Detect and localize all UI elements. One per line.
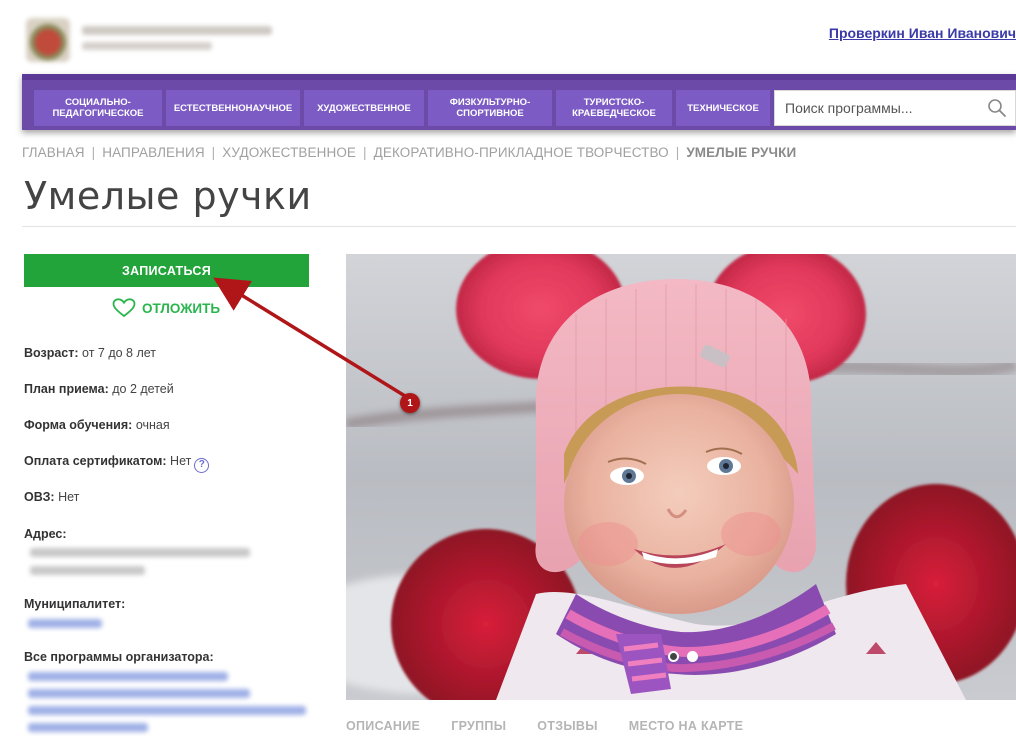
title-divider bbox=[22, 226, 1016, 227]
tab-map[interactable]: МЕСТО НА КАРТЕ bbox=[629, 719, 744, 733]
plan-value: до 2 детей bbox=[112, 382, 174, 396]
payment-info: Оплата сертификатом: Нет? bbox=[24, 454, 210, 473]
program-photo-slider[interactable] bbox=[346, 254, 1016, 700]
page-title: Умелые ручки bbox=[24, 174, 312, 218]
direction-nav: СОЦИАЛЬНО-ПЕДАГОГИЧЕСКОЕ ЕСТЕСТВЕННОНАУЧ… bbox=[22, 74, 1016, 130]
organizer-link-blurred[interactable] bbox=[28, 689, 250, 698]
ovz-label: ОВЗ: bbox=[24, 490, 55, 504]
nav-item-tourism[interactable]: ТУРИСТСКО-КРАЕВЕДЧЕСКОЕ bbox=[556, 90, 672, 126]
organizer-link-blurred[interactable] bbox=[28, 723, 148, 732]
help-icon[interactable]: ? bbox=[194, 458, 210, 473]
plan-label: План приема: bbox=[24, 382, 109, 396]
address-label-text: Адрес: bbox=[24, 527, 67, 541]
breadcrumb-home[interactable]: ГЛАВНАЯ bbox=[22, 145, 85, 160]
breadcrumb-separator: | bbox=[675, 145, 680, 160]
age-info: Возраст: от 7 до 8 лет bbox=[24, 346, 156, 360]
payment-label: Оплата сертификатом: bbox=[24, 454, 167, 468]
tab-reviews[interactable]: ОТЗЫВЫ bbox=[537, 719, 598, 733]
organizer-link-blurred[interactable] bbox=[28, 706, 306, 715]
site-header: Проверкин Иван Иванович bbox=[0, 0, 1016, 72]
nav-item-social[interactable]: СОЦИАЛЬНО-ПЕДАГОГИЧЕСКОЕ bbox=[34, 90, 162, 126]
breadcrumb-current: УМЕЛЫЕ РУЧКИ bbox=[686, 145, 797, 160]
payment-value: Нет bbox=[170, 454, 192, 468]
tab-description[interactable]: ОПИСАНИЕ bbox=[346, 719, 420, 733]
form-value: очная bbox=[135, 418, 170, 432]
form-info: Форма обучения: очная bbox=[24, 418, 170, 432]
search-icon[interactable] bbox=[987, 98, 1007, 118]
municipality-label: Муниципалитет: bbox=[24, 597, 125, 611]
logo-text-blurred bbox=[82, 42, 212, 50]
organizer-link-blurred[interactable] bbox=[28, 672, 228, 681]
age-value: от 7 до 8 лет bbox=[82, 346, 157, 360]
breadcrumb-separator: | bbox=[91, 145, 96, 160]
breadcrumb-separator: | bbox=[211, 145, 216, 160]
ovz-info: ОВЗ: Нет bbox=[24, 490, 79, 504]
breadcrumb: ГЛАВНАЯ | НАПРАВЛЕНИЯ | ХУДОЖЕСТВЕННОЕ | ДЕКОР… bbox=[22, 145, 796, 160]
slider-dot-1[interactable] bbox=[668, 651, 679, 662]
annotation-marker: 1 bbox=[400, 393, 420, 413]
heart-icon bbox=[112, 298, 136, 318]
program-search bbox=[774, 90, 1016, 126]
tab-groups[interactable]: ГРУППЫ bbox=[451, 719, 506, 733]
all-programs-label: Все программы организатора: bbox=[24, 650, 214, 664]
all-programs-label-text: Все программы организатора: bbox=[24, 650, 214, 664]
postpone-button[interactable]: ОТЛОЖИТЬ bbox=[112, 296, 220, 320]
nav-item-science[interactable]: ЕСТЕСТВЕННОНАУЧНОЕ bbox=[166, 90, 300, 126]
municipality-label-text: Муниципалитет: bbox=[24, 597, 126, 611]
program-tabs: ОПИСАНИЕ ГРУППЫ ОТЗЫВЫ МЕСТО НА КАРТЕ bbox=[346, 719, 774, 733]
nav-item-art[interactable]: ХУДОЖЕСТВЕННОЕ bbox=[304, 90, 424, 126]
breadcrumb-decorative[interactable]: ДЕКОРАТИВНО-ПРИКЛАДНОЕ ТВОРЧЕСТВО bbox=[374, 145, 669, 160]
address-label: Адрес: bbox=[24, 527, 67, 541]
address-value-blurred bbox=[30, 548, 250, 557]
logo-text-blurred bbox=[82, 26, 272, 35]
age-label: Возраст: bbox=[24, 346, 79, 360]
search-input[interactable] bbox=[775, 91, 985, 125]
breadcrumb-directions[interactable]: НАПРАВЛЕНИЯ bbox=[102, 145, 204, 160]
address-value-blurred bbox=[30, 566, 145, 575]
site-logo[interactable] bbox=[26, 16, 276, 64]
slider-dots bbox=[668, 651, 698, 662]
child-photo bbox=[346, 254, 1016, 700]
municipality-link-blurred[interactable] bbox=[28, 619, 102, 628]
logo-emblem-icon bbox=[26, 18, 70, 62]
nav-item-sport[interactable]: ФИЗКУЛЬТУРНО-СПОРТИВНОЕ bbox=[428, 90, 552, 126]
postpone-label: ОТЛОЖИТЬ bbox=[142, 300, 221, 316]
breadcrumb-art[interactable]: ХУДОЖЕСТВЕННОЕ bbox=[222, 145, 356, 160]
ovz-value: Нет bbox=[58, 490, 80, 504]
breadcrumb-separator: | bbox=[363, 145, 367, 160]
nav-item-technical[interactable]: ТЕХНИЧЕСКОЕ bbox=[676, 90, 770, 126]
form-label: Форма обучения: bbox=[24, 418, 133, 432]
plan-info: План приема: до 2 детей bbox=[24, 382, 174, 396]
user-profile-link[interactable]: Проверкин Иван Иванович bbox=[829, 25, 1016, 41]
slider-dot-2[interactable] bbox=[687, 651, 698, 662]
enroll-button[interactable]: ЗАПИСАТЬСЯ bbox=[24, 254, 309, 287]
